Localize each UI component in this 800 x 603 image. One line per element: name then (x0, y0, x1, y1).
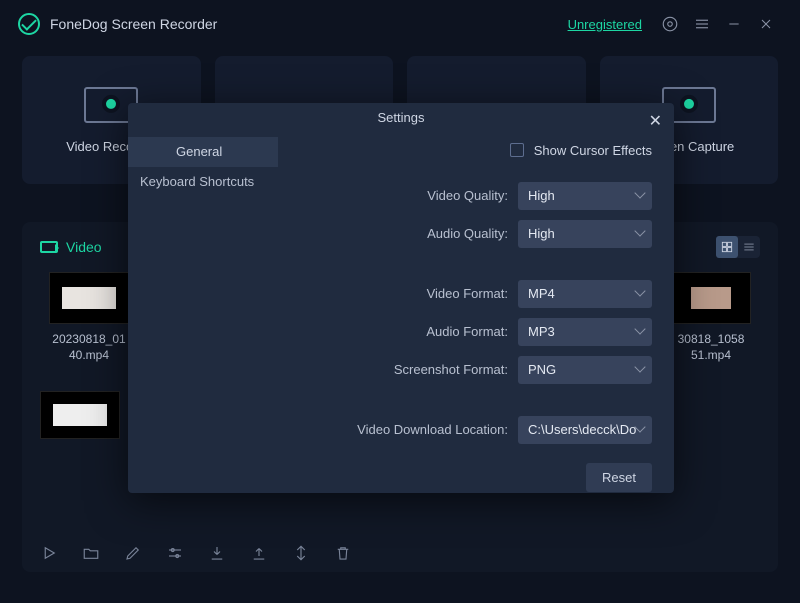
thumbnail[interactable] (40, 391, 120, 439)
setting-label: Video Quality: (427, 188, 508, 203)
close-icon[interactable] (756, 14, 776, 34)
unregistered-link[interactable]: Unregistered (568, 17, 642, 32)
modal-close-icon[interactable]: ✕ (649, 111, 662, 131)
library-toolbar (40, 544, 352, 562)
chevron-down-icon (634, 361, 645, 372)
folder-icon[interactable] (82, 544, 100, 562)
audio-format-select[interactable]: MP3 (518, 318, 652, 346)
audio-quality-select[interactable]: High (518, 220, 652, 248)
app-window: FoneDog Screen Recorder Unregistered Vid… (0, 0, 800, 603)
share-icon[interactable] (250, 544, 268, 562)
library-tab-label: Video (66, 239, 102, 255)
setting-label: Video Download Location: (357, 422, 508, 437)
settings-modal: Settings ✕ General Keyboard Shortcuts Sh… (128, 103, 674, 493)
grid-view-button[interactable] (716, 236, 738, 258)
video-quality-select[interactable]: High (518, 182, 652, 210)
chevron-down-icon (634, 225, 645, 236)
menu-icon[interactable] (692, 14, 712, 34)
thumbnail (49, 272, 129, 324)
chevron-down-icon (634, 323, 645, 334)
cursor-effects-label: Show Cursor Effects (534, 143, 652, 158)
list-view-button[interactable] (738, 236, 760, 258)
thumbnail (671, 272, 751, 324)
modal-body: General Keyboard Shortcuts Show Cursor E… (128, 133, 674, 444)
select-value: MP4 (528, 286, 555, 301)
video-quality-row: Video Quality: High (278, 182, 652, 210)
file-name: 30818_1058 51.mp4 (678, 332, 745, 363)
titlebar: FoneDog Screen Recorder Unregistered (0, 0, 800, 48)
reset-button[interactable]: Reset (586, 463, 652, 492)
settings-gear-icon[interactable] (660, 14, 680, 34)
select-value: High (528, 188, 555, 203)
audio-quality-row: Audio Quality: High (278, 220, 652, 248)
download-location-row: Video Download Location: C:\Users\decck\… (278, 416, 652, 444)
library-item[interactable]: 30818_1058 51.mp4 (662, 272, 760, 363)
select-value: C:\Users\decck\Do (528, 422, 636, 437)
modal-header: Settings ✕ (128, 103, 674, 133)
setting-label: Audio Quality: (427, 226, 508, 241)
minimize-icon[interactable] (724, 14, 744, 34)
sliders-icon[interactable] (166, 544, 184, 562)
setting-label: Screenshot Format: (394, 362, 508, 377)
download-icon[interactable] (208, 544, 226, 562)
screenshot-format-row: Screenshot Format: PNG (278, 356, 652, 384)
library-item[interactable]: 20230818_01 40.mp4 (40, 272, 138, 363)
download-location-select[interactable]: C:\Users\decck\Do (518, 416, 652, 444)
modal-content: Show Cursor Effects Video Quality: High … (278, 133, 674, 444)
settings-tab-shortcuts[interactable]: Keyboard Shortcuts (128, 167, 278, 197)
edit-icon[interactable] (124, 544, 142, 562)
audio-format-row: Audio Format: MP3 (278, 318, 652, 346)
chevron-down-icon (634, 187, 645, 198)
app-logo-icon (18, 13, 40, 35)
cursor-effects-checkbox[interactable] (510, 143, 524, 157)
file-name: 20230818_01 40.mp4 (52, 332, 125, 363)
setting-label: Video Format: (427, 286, 508, 301)
select-value: PNG (528, 362, 556, 377)
chevron-down-icon (634, 285, 645, 296)
play-icon[interactable] (40, 544, 58, 562)
trash-icon[interactable] (334, 544, 352, 562)
modal-title: Settings (378, 110, 425, 125)
view-toggle (716, 236, 760, 258)
select-value: MP3 (528, 324, 555, 339)
settings-tab-general[interactable]: General (128, 137, 278, 167)
cursor-effects-row: Show Cursor Effects (278, 143, 652, 158)
video-camera-icon (40, 241, 58, 253)
video-format-select[interactable]: MP4 (518, 280, 652, 308)
library-tab-video[interactable]: Video (40, 239, 102, 255)
video-format-row: Video Format: MP4 (278, 280, 652, 308)
setting-label: Audio Format: (426, 324, 508, 339)
compress-icon[interactable] (292, 544, 310, 562)
screenshot-format-select[interactable]: PNG (518, 356, 652, 384)
select-value: High (528, 226, 555, 241)
app-title: FoneDog Screen Recorder (50, 16, 568, 32)
modal-sidebar: General Keyboard Shortcuts (128, 133, 278, 444)
